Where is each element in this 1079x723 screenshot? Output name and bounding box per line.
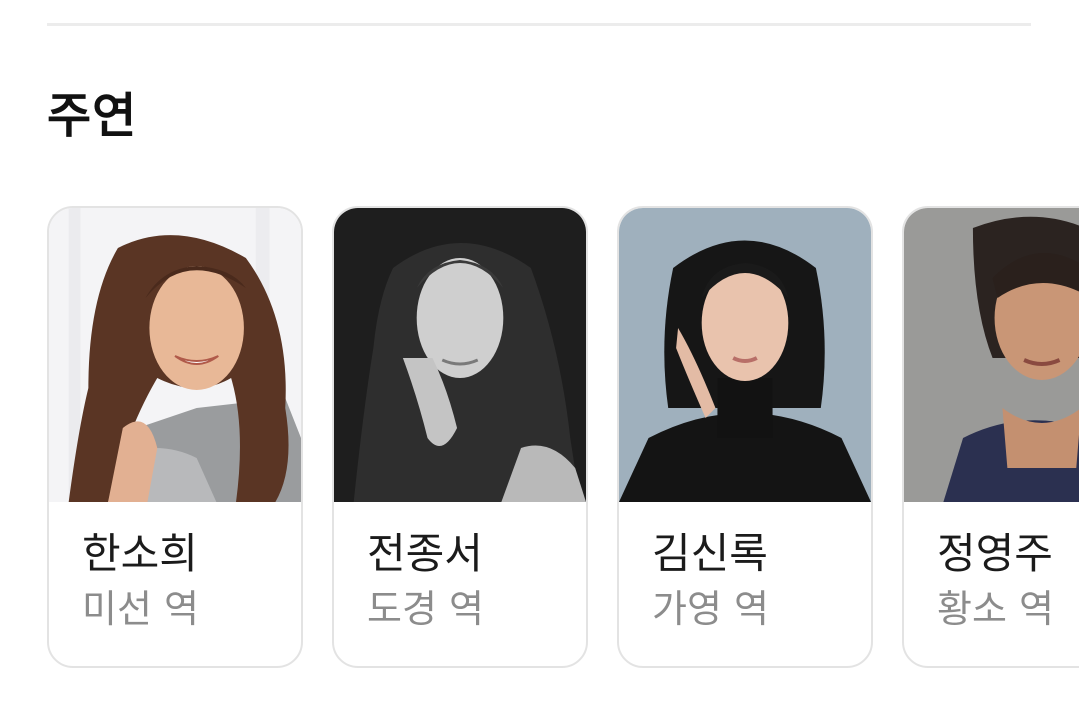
actor-name: 한소희 <box>82 529 198 578</box>
role-name: 미선 역 <box>82 587 199 632</box>
cast-card[interactable]: 한소희 미선 역 <box>47 206 303 668</box>
top-divider <box>47 23 1031 26</box>
actor-photo <box>619 208 871 502</box>
cast-card[interactable]: 전종서 도경 역 <box>332 206 588 668</box>
cast-card-text: 전종서 도경 역 <box>367 529 586 632</box>
actor-name: 김신록 <box>652 529 768 578</box>
section-title: 주연 <box>47 88 138 144</box>
actor-photo <box>49 208 301 502</box>
actor-name: 전종서 <box>367 529 483 578</box>
role-name: 황소 역 <box>937 587 1054 632</box>
role-name: 가영 역 <box>652 587 769 632</box>
cast-card[interactable]: 정영주 황소 역 <box>902 206 1079 668</box>
cast-card-text: 정영주 황소 역 <box>937 529 1079 632</box>
cast-card-text: 한소희 미선 역 <box>82 529 301 632</box>
actor-photo <box>904 208 1079 502</box>
role-name: 도경 역 <box>367 587 484 632</box>
actor-photo <box>334 208 586 502</box>
cast-card[interactable]: 김신록 가영 역 <box>617 206 873 668</box>
cast-card-text: 김신록 가영 역 <box>652 529 871 632</box>
actor-name: 정영주 <box>937 529 1053 578</box>
cast-carousel[interactable]: 한소희 미선 역 전종서 도경 역 김신록 가영 역 정영주 황소 역 <box>47 206 1079 676</box>
